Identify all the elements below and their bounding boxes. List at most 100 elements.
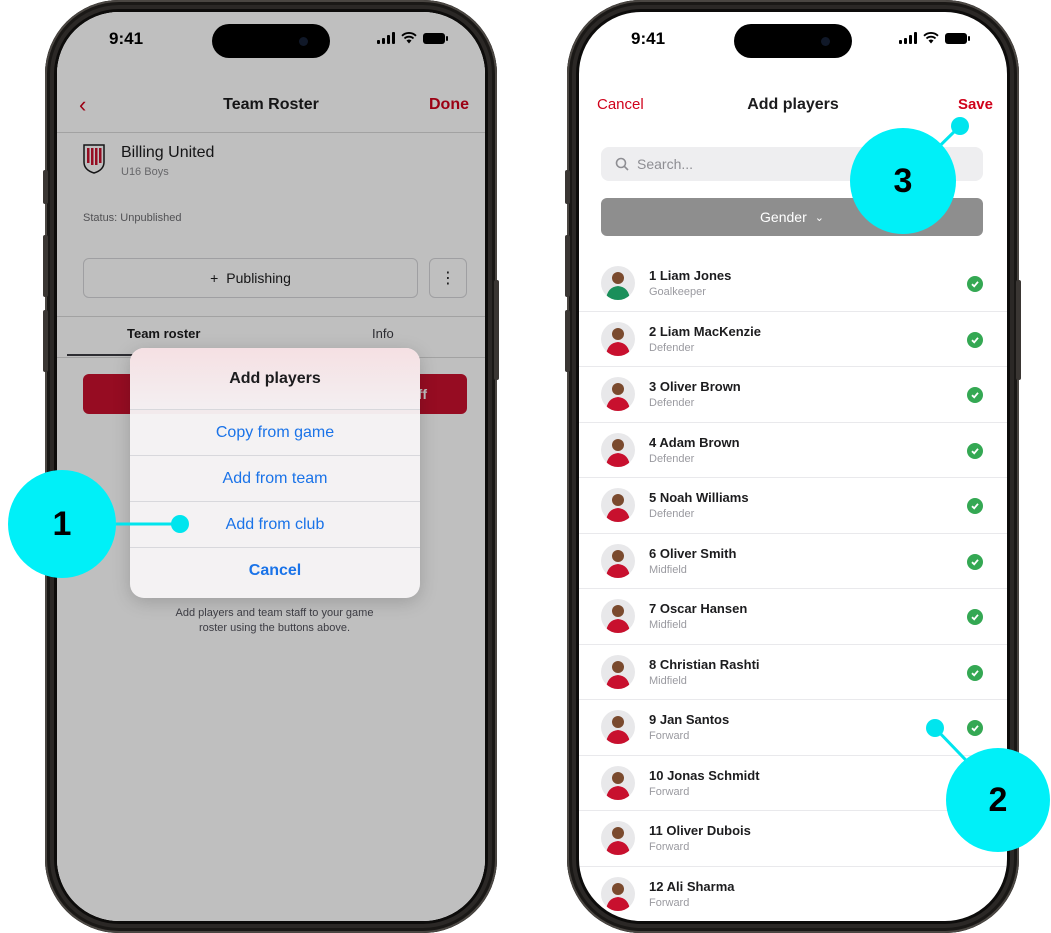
callout-3-target-dot (951, 117, 969, 135)
player-row[interactable]: 8 Christian Rashti Midfield (579, 645, 1007, 700)
player-name: 4 Adam Brown (649, 434, 740, 450)
player-photo-icon (606, 716, 630, 744)
power-button (494, 280, 499, 380)
add-from-team-option[interactable]: Add from team (130, 456, 420, 502)
player-name: 9 Jan Santos (649, 712, 730, 727)
player-row[interactable]: 4 Adam Brown Defender (579, 423, 1007, 478)
player-photo-icon (606, 327, 630, 356)
player-avatar (601, 543, 635, 578)
status-time: 9:41 (109, 29, 144, 48)
player-row[interactable]: 2 Liam MacKenzie Defender (579, 312, 1007, 367)
player-avatar (601, 654, 635, 689)
empty-roster-helper-text: Add players and team staff to your game … (175, 607, 374, 634)
player-name: 8 Christian Rashti (649, 656, 760, 672)
player-avatar (601, 821, 635, 855)
player-position: Midfield (649, 563, 687, 576)
selected-check-icon[interactable] (967, 498, 983, 514)
team-roster-view: 9:41 ‹ Team Roster Done Billing United U… (57, 12, 485, 921)
player-photo-icon (606, 494, 630, 522)
player-position: Forward (649, 785, 690, 798)
search-icon (615, 157, 629, 171)
player-name: 1 Liam Jones (649, 268, 732, 283)
player-position: Forward (649, 730, 690, 742)
player-row[interactable]: 12 Ali Sharma Forward (579, 867, 1007, 922)
battery-icon (423, 32, 448, 44)
player-name: 12 Ali Sharma (649, 878, 735, 894)
player-name: 2 Liam MacKenzie (649, 323, 761, 339)
copy-from-game-option[interactable]: Copy from game (130, 410, 420, 456)
player-photo-icon (606, 605, 630, 633)
volume-down-button (565, 310, 570, 372)
player-row[interactable]: 10 Jonas Schmidt Forward (579, 756, 1007, 811)
action-sheet-title: Add players (130, 348, 420, 410)
action-button (565, 170, 570, 204)
player-row[interactable]: 5 Noah Williams Defender (579, 478, 1007, 534)
player-position: Midfield (649, 619, 687, 631)
volume-down-button (43, 310, 48, 372)
callout-badge-2: 2 (946, 748, 1050, 852)
cancel-option[interactable]: Cancel (130, 548, 420, 594)
left-screen: 9:41 ‹ Team Roster Done Billing United U… (54, 9, 488, 924)
search-placeholder: Search... (637, 156, 694, 172)
player-position: Forward (649, 896, 690, 909)
player-avatar (601, 377, 635, 411)
selected-check-icon[interactable] (967, 664, 983, 681)
player-position: Midfield (649, 674, 687, 687)
player-avatar (601, 710, 635, 744)
callout-badge-1: 1 (8, 470, 116, 578)
player-photo-icon (606, 549, 630, 578)
right-screen: 9:41 Cancel Add players Save Search... G… (576, 9, 1010, 924)
save-button[interactable]: Save (958, 96, 993, 113)
player-photo-icon (606, 882, 630, 911)
player-row[interactable]: 1 Liam Jones Goalkeeper (579, 256, 1007, 312)
player-photo-icon (606, 827, 630, 855)
player-row[interactable]: 6 Oliver Smith Midfield (579, 534, 1007, 589)
selected-check-icon[interactable] (967, 331, 983, 348)
player-position: Goalkeeper (649, 286, 706, 298)
player-name: 7 Oscar Hansen (649, 601, 748, 616)
player-name: 5 Noah Williams (649, 490, 749, 505)
status-time: 9:41 (631, 29, 666, 48)
callout-badge-3: 3 (850, 128, 956, 234)
status-icons (377, 32, 448, 44)
wifi-icon (401, 32, 417, 44)
player-avatar (601, 432, 635, 467)
nav-bar: Cancel Add players Save (579, 96, 1007, 130)
selected-check-icon[interactable] (967, 442, 983, 459)
selected-check-icon[interactable] (967, 553, 983, 570)
player-position: Defender (649, 452, 695, 465)
status-bar: 9:41 (57, 12, 485, 70)
player-row[interactable]: 3 Oliver Brown Defender (579, 367, 1007, 423)
selected-check-icon[interactable] (967, 387, 983, 403)
player-photo-icon (606, 383, 630, 411)
player-position: Forward (649, 841, 690, 853)
player-photo-icon (606, 272, 630, 300)
callout-1-target-dot (171, 515, 189, 533)
selected-check-icon[interactable] (967, 609, 983, 625)
dynamic-island (734, 24, 852, 58)
volume-up-button (565, 235, 570, 297)
player-photo-icon (606, 438, 630, 467)
player-list: 1 Liam Jones Goalkeeper 2 Liam MacKenzie De… (579, 256, 1007, 922)
page-title: Add players (747, 96, 839, 113)
gender-filter-label: Gender (760, 209, 807, 225)
power-button (1016, 280, 1021, 380)
selected-check-icon[interactable] (967, 276, 983, 292)
player-position: Defender (649, 508, 695, 520)
player-row[interactable]: 7 Oscar Hansen Midfield (579, 589, 1007, 645)
add-players-action-sheet: Add players Copy from game Add from team… (130, 348, 420, 598)
wifi-icon (923, 32, 939, 44)
player-photo-icon (606, 771, 630, 800)
player-name: 10 Jonas Schmidt (649, 767, 760, 783)
player-row[interactable]: 11 Oliver Dubois Forward (579, 811, 1007, 867)
player-avatar (601, 599, 635, 633)
action-button (43, 170, 48, 204)
status-icons (899, 32, 970, 44)
player-name: 11 Oliver Dubois (649, 823, 751, 838)
player-position: Defender (649, 341, 695, 354)
selected-check-icon[interactable] (967, 720, 983, 736)
dynamic-island (212, 24, 330, 58)
player-avatar (601, 321, 635, 356)
player-avatar (601, 876, 635, 911)
volume-up-button (43, 235, 48, 297)
